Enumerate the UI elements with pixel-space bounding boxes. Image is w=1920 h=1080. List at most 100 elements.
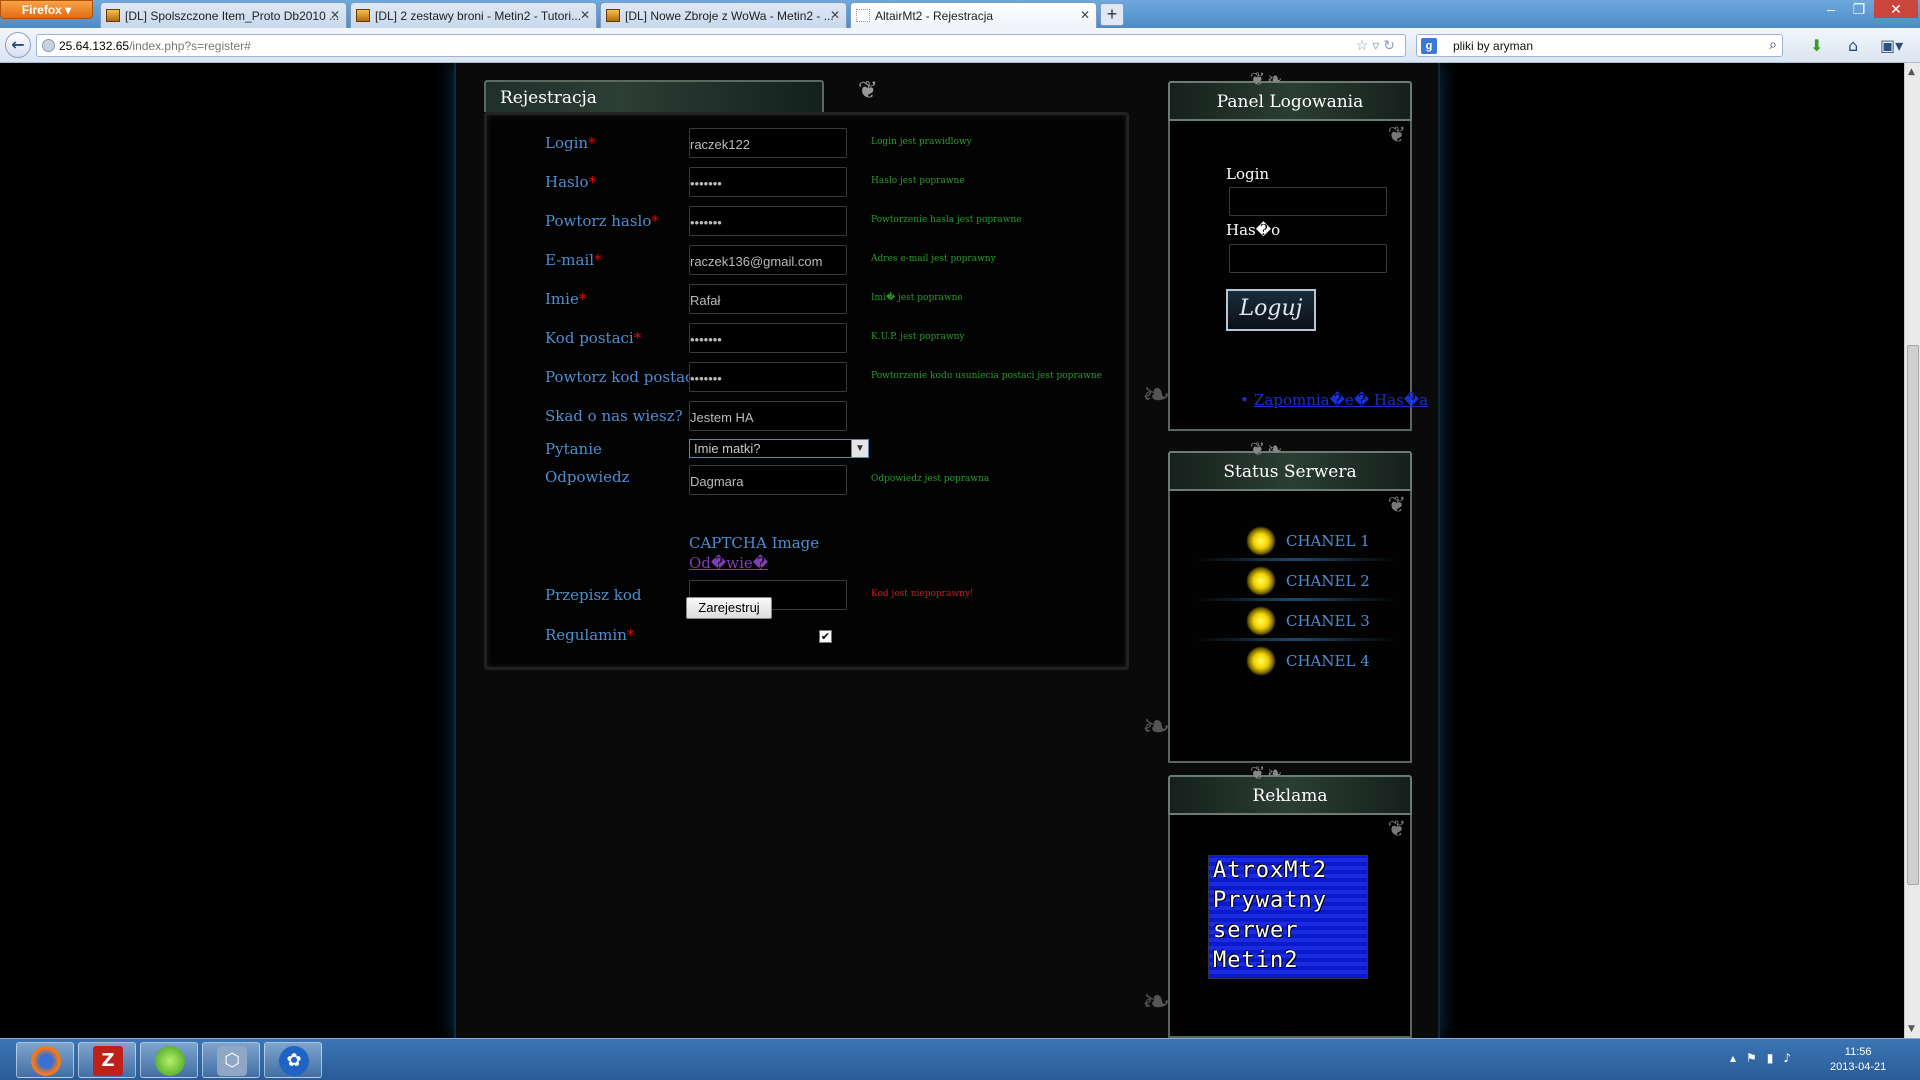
search-engine-icon[interactable]: g xyxy=(1421,38,1437,54)
validation-message: Adres e-mail jest poprawny xyxy=(871,254,996,264)
server-online-icon xyxy=(1246,526,1276,556)
ornament-icon: ❦ xyxy=(1387,493,1406,518)
ornament-icon: ❦❧ xyxy=(1250,439,1285,460)
login-password-input[interactable] xyxy=(1229,244,1387,273)
repeat-character-code-input[interactable]: ••••••• xyxy=(689,362,847,392)
windows-taskbar: Z ⬡ ✿ ▴⚑▮♪ 11:56 2013-04-21 xyxy=(0,1038,1920,1080)
home-icon[interactable]: ⌂ xyxy=(1848,36,1858,55)
back-button[interactable]: ← xyxy=(5,32,31,58)
filezilla-icon: Z xyxy=(93,1046,123,1076)
field-label: Powtorz kod postaci xyxy=(545,368,699,386)
browser-tab[interactable]: [DL] Nowe Zbroje z WoWa - Metin2 - ... ✕ xyxy=(600,2,847,28)
validation-error-message: Kod jest niepoprawny! xyxy=(871,589,974,599)
close-tab-icon[interactable]: ✕ xyxy=(1080,8,1090,22)
search-bar[interactable]: g pliki by aryman ⌕ xyxy=(1416,34,1783,57)
close-tab-icon[interactable]: ✕ xyxy=(830,8,840,22)
close-tab-icon[interactable]: ✕ xyxy=(330,8,340,22)
minimize-button[interactable]: – xyxy=(1818,0,1844,18)
banner-text: AtroxMt2 xyxy=(1213,858,1327,883)
page-icon xyxy=(356,9,370,22)
question-select[interactable]: Imie matki? ▼ xyxy=(689,439,869,458)
system-tray-icons[interactable]: ▴⚑▮♪ xyxy=(1730,1051,1801,1065)
field-label: Powtorz haslo xyxy=(545,212,652,230)
email-input[interactable]: raczek136@gmail.com xyxy=(689,245,847,275)
download-icon[interactable]: ⬇ xyxy=(1810,36,1823,55)
browser-tab-active[interactable]: AltairMt2 - Rejestracja ✕ xyxy=(850,2,1097,29)
taskbar-firefox[interactable] xyxy=(16,1042,74,1078)
tab-title: AltairMt2 - Rejestracja xyxy=(875,9,994,23)
close-window-button[interactable]: ✕ xyxy=(1874,0,1918,18)
server-online-icon xyxy=(1246,606,1276,636)
url-bar[interactable]: 25.64.132.65/index.php?s=register# ☆▿↻ xyxy=(36,34,1406,57)
ornament-icon: ❧ xyxy=(1142,375,1171,415)
navigation-toolbar: ← 25.64.132.65/index.php?s=register# ☆▿↻… xyxy=(0,28,1920,63)
scroll-up-icon[interactable]: ▲ xyxy=(1908,67,1915,77)
browser-tab[interactable]: [DL] 2 zestawy broni - Metin2 - Tutori..… xyxy=(350,2,597,28)
taskbar-app-green[interactable] xyxy=(140,1042,198,1078)
login-input[interactable]: raczek122 xyxy=(689,128,847,158)
ornament-icon: ❦ xyxy=(1387,123,1406,148)
restore-button[interactable]: ❐ xyxy=(1846,0,1872,18)
chevron-down-icon[interactable]: ▼ xyxy=(851,440,868,457)
advertisement-panel: ❦❧ Reklama ❦ ❧ AtroxMt2 Prywatny serwer … xyxy=(1142,763,1412,1038)
page-viewport: Rejestracja ❦ Login* raczek122 Login jes… xyxy=(0,63,1904,1038)
tab-title: [DL] Nowe Zbroje z WoWa - Metin2 - ... xyxy=(625,9,834,23)
site-identity-icon[interactable] xyxy=(42,39,55,52)
tab-bar: Firefox ▾ [DL] Spolszczone Item_Proto Db… xyxy=(0,0,1920,29)
bullet-icon: • xyxy=(1240,391,1249,409)
panel-title: Status Serwera xyxy=(1223,462,1357,482)
channel-name: CHANEL 1 xyxy=(1286,532,1370,550)
scrollbar-thumb[interactable] xyxy=(1907,345,1919,885)
ornament-icon: ❦❧ xyxy=(1250,763,1285,784)
taskbar-filezilla[interactable]: Z xyxy=(78,1042,136,1078)
referral-input[interactable]: Jestem HA xyxy=(689,401,847,431)
name-input[interactable]: Rafał xyxy=(689,284,847,314)
ornament-icon: ❧ xyxy=(1142,707,1171,747)
field-label: Przepisz kod xyxy=(545,586,642,604)
answer-input[interactable]: Dagmara xyxy=(689,465,847,495)
required-marker: * xyxy=(626,626,635,644)
server-online-icon xyxy=(1246,566,1276,596)
panel-title: Reklama xyxy=(1252,786,1328,806)
ornament-icon: ❦❧ xyxy=(1250,69,1285,90)
required-marker: * xyxy=(588,173,597,191)
advertisement-banner[interactable]: AtroxMt2 Prywatny serwer Metin2 xyxy=(1208,855,1368,979)
channel-name: CHANEL 2 xyxy=(1286,572,1370,590)
forgot-password-link[interactable]: • Zapomnia�e� Has�a xyxy=(1240,391,1429,409)
new-tab-button[interactable]: + xyxy=(1100,3,1124,26)
vertical-scrollbar[interactable]: ▲ ▼ xyxy=(1904,63,1920,1038)
register-button[interactable]: Zarejestruj xyxy=(686,597,772,619)
repeat-password-input[interactable]: ••••••• xyxy=(689,206,847,236)
registration-header: Rejestracja ❦ xyxy=(484,76,878,112)
login-username-input[interactable] xyxy=(1229,187,1387,216)
required-marker: * xyxy=(578,290,587,308)
search-input[interactable]: pliki by aryman xyxy=(1453,39,1533,53)
server-online-icon xyxy=(1246,646,1276,676)
bookmark-star-icon[interactable]: ☆▿↻ xyxy=(1356,37,1399,54)
addons-icon[interactable]: ▣▾ xyxy=(1880,36,1903,55)
close-tab-icon[interactable]: ✕ xyxy=(580,8,590,22)
scroll-down-icon[interactable]: ▼ xyxy=(1908,1024,1915,1034)
channel-item: CHANEL 4 xyxy=(1246,646,1406,678)
banner-text: Metin2 xyxy=(1213,948,1299,973)
required-marker: * xyxy=(651,212,659,230)
ornament-icon: ❦ xyxy=(1387,817,1406,842)
character-code-input[interactable]: ••••••• xyxy=(689,323,847,353)
firefox-menu-button[interactable]: Firefox ▾ xyxy=(0,0,93,19)
captcha-image: CAPTCHA Image xyxy=(689,534,820,552)
banner-text: serwer xyxy=(1213,918,1299,943)
password-input[interactable]: ••••••• xyxy=(689,167,847,197)
taskbar-clock[interactable]: 11:56 2013-04-21 xyxy=(1830,1045,1886,1075)
terms-checkbox[interactable]: ✔ xyxy=(819,630,832,643)
search-icon[interactable]: ⌕ xyxy=(1769,36,1777,53)
channel-item: CHANEL 3 xyxy=(1196,606,1406,641)
browser-tab[interactable]: [DL] Spolszczone Item_Proto Db2010 ... ✕ xyxy=(100,2,347,28)
login-button[interactable]: Loguj xyxy=(1226,289,1316,331)
taskbar-virtualbox[interactable]: ⬡ xyxy=(202,1042,260,1078)
captcha-refresh-link[interactable]: Od�wie� xyxy=(689,554,768,572)
taskbar-app-blue[interactable]: ✿ xyxy=(264,1042,322,1078)
field-label: E-mail xyxy=(545,251,595,269)
forgot-password-text: Zapomnia�e� Has�a xyxy=(1254,391,1429,409)
ornament-icon: ❦ xyxy=(857,76,878,104)
field-label: Regulamin xyxy=(545,626,627,644)
